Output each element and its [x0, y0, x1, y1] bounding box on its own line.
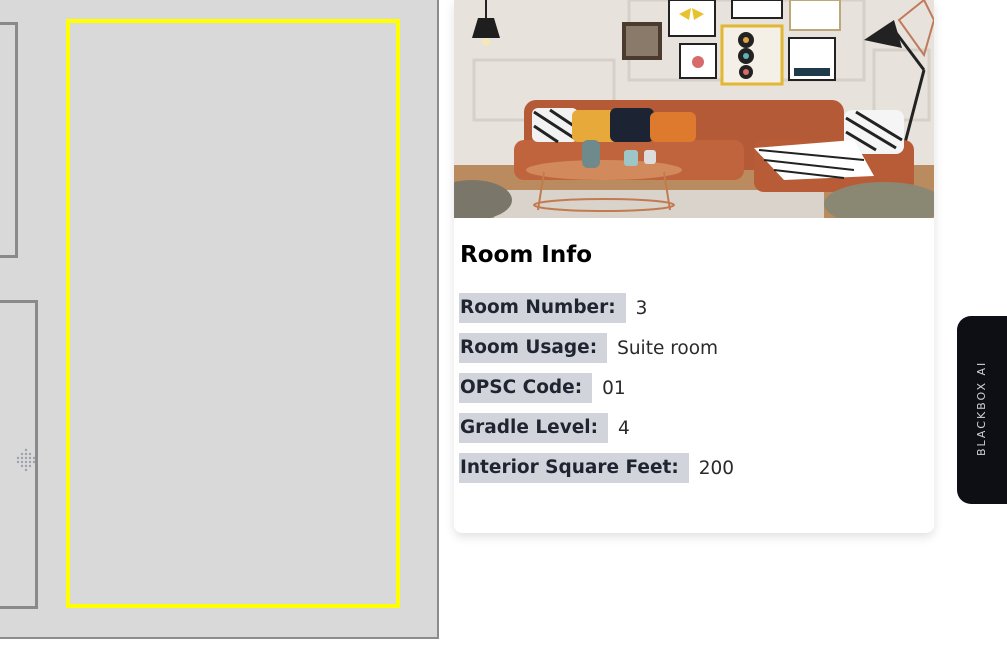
side-tab-label: BLACKBOX AI — [975, 360, 988, 456]
info-label: Room Usage: — [459, 333, 608, 363]
info-label: Interior Square Feet: — [459, 453, 689, 483]
info-value: 4 — [618, 417, 630, 439]
selected-room-highlight[interactable] — [66, 19, 400, 608]
info-label: Gradle Level: — [459, 413, 609, 443]
info-row-gradle-level: Gradle Level: 4 — [459, 413, 734, 443]
info-row-opsc-code: OPSC Code: 01 — [459, 373, 734, 403]
info-value: Suite room — [617, 337, 719, 359]
room-photo — [454, 0, 934, 218]
info-row-room-number: Room Number: 3 — [459, 293, 734, 323]
info-row-interior-square-feet: Interior Square Feet: 200 — [459, 453, 734, 483]
card-title: Room Info — [460, 242, 593, 268]
info-value: 01 — [602, 377, 626, 399]
room-info-card: Room Info Room Number: 3 Room Usage: Sui… — [454, 0, 934, 533]
info-label: OPSC Code: — [459, 373, 593, 403]
room-info-list: Room Number: 3 Room Usage: Suite room OP… — [459, 293, 734, 493]
info-value: 3 — [635, 297, 648, 319]
room-photo-illustration — [454, 0, 934, 218]
room-outline[interactable] — [0, 22, 18, 258]
dots-logo-icon — [16, 448, 36, 472]
blackbox-ai-side-tab[interactable]: BLACKBOX AI — [957, 316, 1007, 504]
floor-plan[interactable] — [0, 0, 439, 639]
info-label: Room Number: — [459, 293, 626, 323]
info-row-room-usage: Room Usage: Suite room — [459, 333, 734, 363]
info-value: 200 — [698, 457, 735, 479]
